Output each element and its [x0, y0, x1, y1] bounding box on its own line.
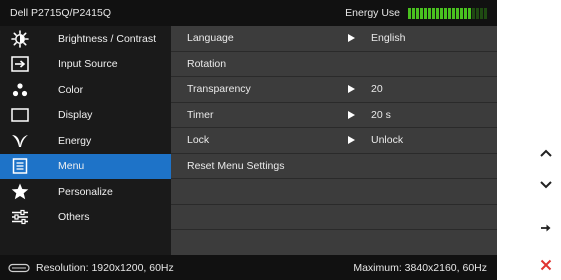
energy-use-label: Energy Use: [345, 7, 400, 19]
current-resolution: Resolution: 1920x1200, 60Hz: [36, 261, 174, 274]
energy-segment: [432, 7, 435, 19]
triangle-right-icon: [348, 110, 355, 119]
monitor-model: Dell P2715Q/P2415Q: [10, 7, 111, 19]
sidebar-item-label: Color: [58, 83, 84, 96]
sidebar-item-label: Display: [58, 109, 93, 122]
energy-segment: [448, 7, 451, 19]
input-source-icon: [8, 55, 32, 73]
empty-row: [171, 230, 497, 256]
empty-row: [171, 205, 497, 230]
timer-value: 20 s: [371, 108, 391, 121]
transparency-value: 20: [371, 83, 383, 96]
close-icon: [540, 259, 552, 271]
energy-segment: [420, 7, 423, 19]
sidebar-item-display[interactable]: Display: [0, 103, 171, 129]
lock-label: Lock: [187, 134, 210, 147]
up-key[interactable]: [535, 142, 557, 164]
energy-segment: [408, 7, 411, 19]
empty-row: [171, 179, 497, 205]
energy-segment: [460, 7, 463, 19]
down-key[interactable]: [535, 174, 557, 196]
energy-segment: [464, 7, 467, 19]
language-label: Language: [187, 32, 234, 45]
status-bar: Resolution: 1920x1200, 60Hz Maximum: 384…: [0, 255, 497, 280]
timer-row[interactable]: Timer 20 s: [171, 103, 497, 128]
exit-key[interactable]: [535, 254, 557, 276]
reset-menu-settings-label: Reset Menu Settings: [187, 159, 285, 172]
sidebar-item-brightness-contrast[interactable]: Brightness / Contrast: [0, 26, 171, 52]
energy-segment: [424, 7, 427, 19]
brightness-icon: [8, 29, 32, 48]
energy-segment: [456, 7, 459, 19]
lock-value: Unlock: [371, 134, 404, 147]
title-bar: Dell P2715Q/P2415Q Energy Use: [0, 0, 497, 26]
energy-segment: [452, 7, 455, 19]
rotation-row[interactable]: Rotation: [171, 52, 497, 77]
reset-menu-settings-row[interactable]: Reset Menu Settings: [171, 154, 497, 179]
osd-navigation-keys: [535, 0, 561, 280]
osd-menu: Dell P2715Q/P2415Q Energy Use Brightness…: [0, 0, 497, 280]
sidebar-item-label: Brightness / Contrast: [58, 32, 157, 45]
energy-segment: [436, 7, 439, 19]
sidebar-item-label: Energy: [58, 134, 92, 147]
menu-icon: [8, 157, 32, 175]
energy-segment: [472, 7, 475, 19]
maximum-resolution: Maximum: 3840x2160, 60Hz: [353, 261, 487, 274]
sidebar-item-menu[interactable]: Menu: [0, 153, 171, 179]
enter-key[interactable]: [535, 217, 557, 239]
chevron-up-icon: [540, 149, 552, 157]
energy-segment: [468, 7, 471, 19]
transparency-row[interactable]: Transparency 20: [171, 77, 497, 103]
triangle-right-icon: [348, 136, 355, 144]
triangle-right-icon: [348, 34, 355, 42]
energy-icon: [8, 132, 32, 150]
energy-segment: [440, 7, 443, 19]
sidebar-item-label: Personalize: [58, 185, 113, 198]
energy-segment: [444, 7, 447, 19]
lock-row[interactable]: Lock Unlock: [171, 128, 497, 154]
chevron-down-icon: [540, 181, 552, 189]
energy-segment: [428, 7, 431, 19]
language-value: English: [371, 32, 406, 45]
star-icon: [8, 183, 32, 201]
sidebar-item-others[interactable]: Others: [0, 205, 171, 231]
energy-segment: [476, 7, 479, 19]
sidebar-item-personalize[interactable]: Personalize: [0, 179, 171, 205]
energy-use-meter: [408, 7, 487, 19]
triangle-right-icon: [348, 85, 355, 93]
sidebar: Brightness / Contrast Input Source Color…: [0, 26, 171, 255]
others-icon: [8, 208, 32, 226]
energy-segment: [484, 7, 487, 19]
sidebar-item-color[interactable]: Color: [0, 77, 171, 103]
energy-segment: [416, 7, 419, 19]
sidebar-item-label: Others: [58, 211, 90, 224]
energy-segment: [412, 7, 415, 19]
arrow-right-icon: [541, 224, 551, 232]
color-icon: [8, 81, 32, 99]
energy-segment: [480, 7, 483, 19]
rotation-label: Rotation: [187, 57, 227, 70]
connector-icon: [8, 263, 30, 273]
language-row[interactable]: Language English: [171, 26, 497, 52]
display-icon: [8, 106, 32, 124]
sidebar-item-input-source[interactable]: Input Source: [0, 52, 171, 78]
transparency-label: Transparency: [187, 83, 251, 96]
sidebar-item-label: Menu: [58, 160, 85, 173]
sidebar-item-energy[interactable]: Energy: [0, 128, 171, 154]
timer-label: Timer: [187, 108, 214, 121]
menu-settings-panel: Language English Rotation Transparency 2…: [171, 26, 497, 255]
sidebar-item-label: Input Source: [58, 58, 118, 71]
